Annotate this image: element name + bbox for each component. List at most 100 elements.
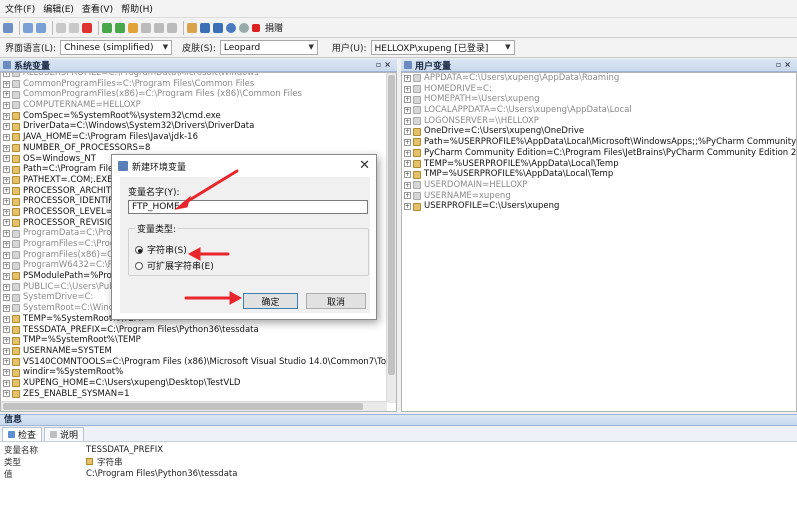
close-icon[interactable]: ✕	[359, 158, 370, 173]
variable-row[interactable]: + CommonProgramFiles(x86)=C:\Program File…	[1, 89, 387, 100]
expand-icon[interactable]: +	[3, 262, 10, 270]
scroll-thumb[interactable]	[388, 75, 395, 375]
folder-icon[interactable]	[187, 22, 197, 33]
expand-icon[interactable]: +	[404, 181, 411, 189]
expand-icon[interactable]: +	[404, 106, 411, 114]
expand-icon[interactable]: +	[3, 337, 10, 345]
variable-row[interactable]: + TMP=%USERPROFILE%\AppData\Local\Temp	[402, 169, 796, 180]
radio-expandable-string[interactable]: 可扩展字符串(E)	[135, 259, 214, 272]
web-icon[interactable]	[226, 22, 236, 33]
refresh-icon[interactable]	[200, 22, 210, 33]
expand-icon[interactable]: +	[404, 160, 411, 168]
variable-row[interactable]: + VS140COMNTOOLS=C:\Program Files (x86)\M…	[1, 357, 396, 368]
expand-icon[interactable]: +	[3, 80, 10, 88]
variable-row[interactable]: + DriverData=C:\Windows\System32\Drivers\…	[1, 121, 387, 132]
variable-row[interactable]: + HOMEPATH=\Users\xupeng	[402, 94, 796, 105]
expand-icon[interactable]: +	[3, 358, 10, 366]
expand-icon[interactable]: +	[404, 149, 411, 157]
tab-description[interactable]: 说明	[44, 427, 85, 441]
expand-icon[interactable]: +	[3, 304, 10, 312]
expand-icon[interactable]: +	[3, 112, 10, 120]
donate-icon[interactable]	[252, 23, 260, 32]
expand-icon[interactable]: +	[3, 91, 10, 99]
sort-icon[interactable]	[167, 22, 177, 33]
expand-icon[interactable]: +	[3, 240, 10, 248]
variable-row[interactable]: + COMPUTERNAME=HELLOXP	[1, 100, 387, 111]
variable-row[interactable]: + ALLUSERSPROFILE=C:\ProgramData\Microsof…	[1, 73, 387, 79]
user-select[interactable]: HELLOXP\xupeng [已登录] ▼	[370, 40, 515, 55]
expand-icon[interactable]: +	[3, 176, 10, 184]
variable-row[interactable]: + CommonProgramFiles=C:\Program Files\Com…	[1, 79, 387, 90]
expand-icon[interactable]: +	[404, 171, 411, 179]
cancel-button[interactable]: 取消	[306, 293, 366, 309]
move-up-icon[interactable]	[141, 22, 151, 33]
variable-row[interactable]: + TESSDATA_PREFIX=C:\Program Files\Python…	[1, 325, 387, 336]
undo-icon[interactable]	[23, 22, 33, 33]
expand-icon[interactable]: +	[3, 123, 10, 131]
user-variables-list[interactable]: + APPDATA=C:\Users\xupeng\AppData\Roaming…	[401, 72, 797, 412]
variable-row[interactable]: + LOCALAPPDATA=C:\Users\xupeng\AppData\Lo…	[402, 105, 796, 116]
variable-row[interactable]: + TEMP=%USERPROFILE%\AppData\Local\Temp	[402, 159, 796, 170]
redo-icon[interactable]	[36, 22, 46, 33]
variable-row[interactable]: + HOMEDRIVE=C:	[402, 84, 796, 95]
expand-icon[interactable]: +	[404, 74, 411, 82]
panel-controls-icon[interactable]: ▫×	[376, 60, 394, 69]
scroll-thumb[interactable]	[3, 403, 363, 410]
expand-icon[interactable]: +	[3, 315, 10, 323]
expand-icon[interactable]: +	[3, 390, 10, 398]
expand-icon[interactable]: +	[3, 144, 10, 152]
tab-check[interactable]: 检查	[2, 427, 43, 441]
panel-controls-icon[interactable]: ▫×	[776, 60, 794, 69]
variable-row[interactable]: + XUPENG_HOME=C:\Users\xupeng\Desktop\Tes…	[1, 378, 387, 389]
variable-row[interactable]: + LOGONSERVER=\\HELLOXP	[402, 116, 796, 127]
variable-row[interactable]: + ZES_ENABLE_SYSMAN=1	[1, 389, 387, 400]
menu-file[interactable]: 文件(F)	[3, 2, 41, 15]
variable-row[interactable]: + USERNAME=SYSTEM	[1, 346, 387, 357]
variable-row[interactable]: + Path=%USERPROFILE%\AppData\Local\Micros…	[402, 137, 796, 148]
variable-row[interactable]: + USERNAME=xupeng	[402, 191, 796, 202]
language-select[interactable]: Chinese (simplified) ▼	[60, 40, 173, 55]
save-icon[interactable]	[3, 22, 13, 33]
edit-icon[interactable]	[128, 22, 138, 33]
expand-icon[interactable]: +	[3, 101, 10, 109]
variable-row[interactable]: + APPDATA=C:\Users\xupeng\AppData\Roaming	[402, 73, 796, 84]
delete-icon[interactable]	[82, 22, 92, 33]
copy-icon[interactable]	[56, 22, 66, 33]
variable-row[interactable]: + USERPROFILE=C:\Users\xupeng	[402, 201, 796, 212]
add-variable-icon[interactable]	[102, 22, 112, 33]
menu-help[interactable]: 帮助(H)	[119, 2, 159, 15]
expand-icon[interactable]: +	[3, 326, 10, 334]
variable-name-input[interactable]: FTP_HOME	[128, 200, 368, 214]
skin-select[interactable]: Leopard ▼	[219, 40, 318, 55]
variable-row[interactable]: + windir=%SystemRoot%	[1, 367, 387, 378]
paste-icon[interactable]	[69, 22, 79, 33]
variable-row[interactable]: + PyCharm Community Edition=C:\Program Fi…	[402, 148, 796, 159]
help-icon[interactable]	[239, 22, 249, 33]
expand-icon[interactable]: +	[3, 166, 10, 174]
variable-row[interactable]: + ComSpec=%SystemRoot%\system32\cmd.exe	[1, 111, 387, 122]
radio-string[interactable]: 字符串(S)	[135, 243, 187, 256]
expand-icon[interactable]: +	[3, 294, 10, 302]
expand-icon[interactable]: +	[3, 283, 10, 291]
expand-icon[interactable]: +	[3, 272, 10, 280]
expand-icon[interactable]: +	[404, 128, 411, 136]
expand-icon[interactable]: +	[404, 192, 411, 200]
expand-icon[interactable]: +	[3, 208, 10, 216]
ok-button[interactable]: 确定	[243, 293, 298, 309]
variable-row[interactable]: + NUMBER_OF_PROCESSORS=8	[1, 143, 387, 154]
menu-edit[interactable]: 编辑(E)	[41, 2, 80, 15]
expand-icon[interactable]: +	[3, 133, 10, 141]
expand-icon[interactable]: +	[3, 347, 10, 355]
expand-icon[interactable]: +	[3, 369, 10, 377]
add-value-icon[interactable]	[115, 22, 125, 33]
expand-icon[interactable]: +	[3, 198, 10, 206]
menu-view[interactable]: 查看(V)	[80, 2, 119, 15]
expand-icon[interactable]: +	[404, 96, 411, 104]
expand-icon[interactable]: +	[3, 187, 10, 195]
expand-icon[interactable]: +	[3, 219, 10, 227]
expand-icon[interactable]: +	[3, 379, 10, 387]
system-horizontal-scrollbar[interactable]	[1, 401, 387, 411]
expand-icon[interactable]: +	[3, 230, 10, 238]
settings-icon[interactable]	[213, 22, 223, 33]
variable-row[interactable]: + USERDOMAIN=HELLOXP	[402, 180, 796, 191]
